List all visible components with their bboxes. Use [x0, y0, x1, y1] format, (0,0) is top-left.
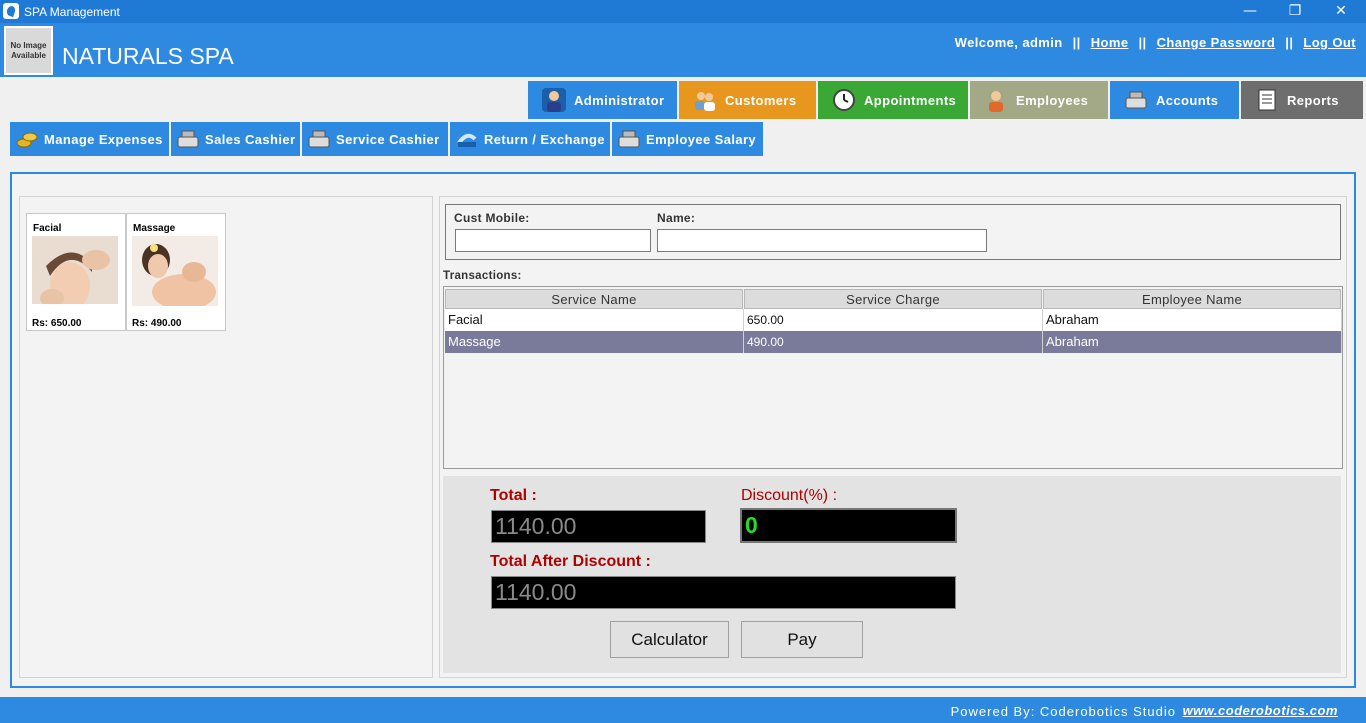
- close-button[interactable]: ✕: [1318, 0, 1364, 23]
- column-header-service-charge[interactable]: Service Charge: [744, 289, 1042, 309]
- coins-icon: [16, 129, 38, 149]
- total-display: 1140.00: [491, 510, 706, 543]
- tab-administrator[interactable]: Administrator: [528, 81, 677, 119]
- cell-employee-name: Abraham: [1043, 309, 1342, 331]
- tab-label: Accounts: [1156, 92, 1219, 108]
- subtab-label: Service Cashier: [336, 131, 440, 147]
- column-header-service-name[interactable]: Service Name: [445, 289, 743, 309]
- subtab-sales-cashier[interactable]: Sales Cashier: [171, 122, 300, 156]
- change-password-link[interactable]: Change Password: [1157, 35, 1276, 50]
- cust-mobile-input[interactable]: [455, 229, 651, 252]
- cust-name-label: Name:: [657, 211, 696, 225]
- total-after-discount-label: Total After Discount :: [490, 553, 651, 570]
- total-label: Total :: [490, 487, 537, 504]
- column-header-employee-name[interactable]: Employee Name: [1043, 289, 1341, 309]
- tab-customers[interactable]: Customers: [679, 81, 816, 119]
- subtab-label: Manage Expenses: [44, 131, 163, 147]
- minimize-button[interactable]: —: [1227, 0, 1273, 23]
- pay-button[interactable]: Pay: [741, 621, 863, 658]
- subtab-return-exchange[interactable]: Return / Exchange: [450, 122, 610, 156]
- payment-box: [443, 476, 1341, 673]
- cell-employee-name: Abraham: [1043, 331, 1342, 353]
- window-title: SPA Management: [24, 5, 120, 19]
- tab-label: Reports: [1287, 92, 1339, 108]
- facial-image: [32, 236, 118, 316]
- logo-placeholder: No Image Available: [4, 26, 53, 75]
- discount-label: Discount(%) :: [741, 487, 838, 504]
- cash-register-icon: [177, 129, 199, 149]
- tab-label: Customers: [725, 92, 797, 108]
- employees-icon: [984, 88, 1008, 112]
- cust-mobile-label: Cust Mobile:: [454, 211, 530, 225]
- cell-service-name: Massage: [445, 331, 744, 353]
- tab-accounts[interactable]: Accounts: [1110, 81, 1239, 119]
- powered-by-text: Powered By: Coderobotics Studio: [950, 704, 1176, 719]
- cell-service-charge: 650.00: [744, 309, 1043, 331]
- home-link[interactable]: Home: [1091, 35, 1129, 50]
- service-card-facial[interactable]: Facial Rs: 650.00: [26, 213, 126, 331]
- link-separator: ||: [1285, 35, 1294, 50]
- calculator-button[interactable]: Calculator: [610, 621, 729, 658]
- subtab-label: Return / Exchange: [484, 131, 605, 147]
- service-card-massage[interactable]: Massage Rs: 490.00: [126, 213, 226, 331]
- admin-icon: [542, 88, 566, 112]
- tab-employees[interactable]: Employees: [970, 81, 1108, 119]
- app-header: No Image Available NATURALS SPA Welcome,…: [0, 23, 1366, 77]
- report-icon: [1255, 88, 1279, 112]
- service-price: Rs: 650.00: [32, 318, 82, 329]
- welcome-text: Welcome, admin: [954, 35, 1063, 50]
- link-separator: ||: [1138, 35, 1147, 50]
- cell-service-charge: 490.00: [744, 331, 1043, 353]
- cash-register-icon: [308, 129, 330, 149]
- service-name: Massage: [133, 223, 176, 234]
- transactions-grid: Service Name Service Charge Employee Nam…: [443, 286, 1343, 469]
- subtab-employee-salary[interactable]: Employee Salary: [612, 122, 763, 156]
- clock-icon: [832, 88, 856, 112]
- discount-input[interactable]: 0: [740, 508, 957, 543]
- tab-label: Appointments: [864, 92, 957, 108]
- subtab-manage-expenses[interactable]: Manage Expenses: [10, 122, 169, 156]
- massage-image: [132, 236, 218, 316]
- return-icon: [456, 129, 478, 149]
- title-bar: SPA Management — ❐ ✕: [0, 0, 1366, 23]
- subtab-service-cashier[interactable]: Service Cashier: [302, 122, 448, 156]
- top-links: Welcome, admin || Home || Change Passwor…: [955, 35, 1356, 50]
- table-row[interactable]: Massage 490.00 Abraham: [445, 331, 1342, 353]
- cell-service-name: Facial: [445, 309, 744, 331]
- tab-label: Employees: [1016, 92, 1089, 108]
- brand-title: NATURALS SPA: [62, 43, 234, 69]
- subtab-label: Sales Cashier: [205, 131, 296, 147]
- cust-name-input[interactable]: [657, 229, 987, 252]
- total-after-discount-display: 1140.00: [491, 576, 956, 609]
- transactions-label: Transactions:: [443, 270, 522, 282]
- cash-register-icon: [1124, 88, 1148, 112]
- service-name: Facial: [33, 223, 62, 234]
- logout-link[interactable]: Log Out: [1303, 35, 1356, 50]
- website-link[interactable]: www.coderobotics.com: [1183, 703, 1338, 718]
- table-row[interactable]: Facial 650.00 Abraham: [445, 309, 1342, 331]
- maximize-button[interactable]: ❐: [1272, 0, 1318, 23]
- customers-icon: [693, 88, 717, 112]
- app-icon: [3, 3, 19, 19]
- service-price: Rs: 490.00: [132, 318, 182, 329]
- tab-appointments[interactable]: Appointments: [818, 81, 968, 119]
- footer: Powered By: Coderobotics Studio www.code…: [0, 697, 1366, 723]
- tab-reports[interactable]: Reports: [1241, 81, 1363, 119]
- cash-register-icon: [618, 129, 640, 149]
- tab-label: Administrator: [574, 92, 665, 108]
- subtab-label: Employee Salary: [646, 131, 757, 147]
- link-separator: ||: [1072, 35, 1081, 50]
